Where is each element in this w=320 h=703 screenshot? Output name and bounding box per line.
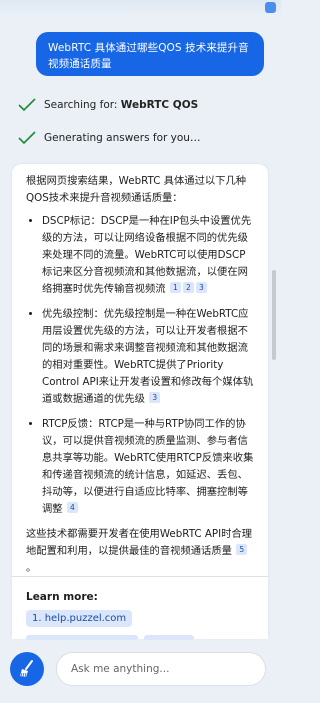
check-icon: [18, 98, 36, 112]
learn-more-title: Learn more:: [26, 591, 98, 603]
chat-input-bar: [0, 640, 281, 703]
answer-card: 根据网页搜索结果，WebRTC 具体通过以下几种QOS技术来提升音视频通话质量：…: [12, 164, 268, 638]
window-top-bar: [0, 0, 281, 16]
scrollbar[interactable]: [272, 270, 276, 360]
list-item-text: 优先级控制：优先级控制是一种在WebRTC应用层设置优先级的方法，可以让开发者根…: [42, 308, 254, 405]
check-icon: [18, 131, 36, 145]
list-item-text: RTCP反馈：RTCP是一种与RTP协同工作的协议，可以提供音视频流的质量监测、…: [42, 418, 254, 515]
searching-prefix: Searching for:: [44, 99, 121, 111]
status-text: Searching for: WebRTC QOS: [44, 99, 198, 111]
citation-badge[interactable]: 5: [236, 544, 248, 555]
user-message-bubble: WebRTC 具体通过哪些QOS 技术来提升音视频通话质量: [36, 32, 264, 76]
citation-badge[interactable]: 4: [66, 502, 78, 513]
status-generating: Generating answers for you…: [18, 129, 200, 147]
answer-outro-end: 。: [26, 562, 37, 574]
citation-badge[interactable]: 3: [195, 282, 207, 293]
citation-badge[interactable]: 1: [169, 282, 181, 293]
answer-outro: 这些技术都需要开发者在使用WebRTC API时合理地配置和利用，以提供最佳的音…: [26, 526, 254, 577]
list-item-text: DSCP标记：DSCP是一种在IP包头中设置优先级的方法，可以让网络设备根据不同…: [42, 215, 252, 295]
searching-query: WebRTC QOS: [120, 99, 199, 111]
answer-outro-text: 这些技术都需要开发者在使用WebRTC API时合理地配置和利用，以提供最佳的音…: [26, 528, 253, 557]
answer-intro: 根据网页搜索结果，WebRTC 具体通过以下几种QOS技术来提升音视频通话质量：: [26, 175, 247, 204]
list-item: 优先级控制：优先级控制是一种在WebRTC应用层设置优先级的方法，可以让开发者根…: [42, 306, 254, 408]
generating-text: Generating answers for you…: [44, 132, 201, 144]
citation-badge[interactable]: 2: [182, 282, 194, 293]
list-item: DSCP标记：DSCP是一种在IP包头中设置优先级的方法，可以让网络设备根据不同…: [42, 213, 254, 298]
learn-more-section: Learn more: 1. help.puzzel.com: [12, 576, 268, 641]
window-button-icon[interactable]: [265, 2, 276, 13]
source-link[interactable]: 1. help.puzzel.com: [26, 610, 133, 627]
citation-badge[interactable]: 3: [149, 392, 161, 403]
list-item: RTCP反馈：RTCP是一种与RTP协同工作的协议，可以提供音视频流的质量监测、…: [42, 416, 254, 518]
status-searching: Searching for: WebRTC QOS: [18, 96, 198, 114]
answer-body: 根据网页搜索结果，WebRTC 具体通过以下几种QOS技术来提升音视频通话质量：…: [12, 164, 268, 577]
new-topic-button[interactable]: [10, 652, 44, 686]
answer-list: DSCP标记：DSCP是一种在IP包头中设置优先级的方法，可以让网络设备根据不同…: [26, 213, 254, 518]
broom-icon: [20, 660, 33, 677]
chat-input[interactable]: [56, 652, 266, 686]
